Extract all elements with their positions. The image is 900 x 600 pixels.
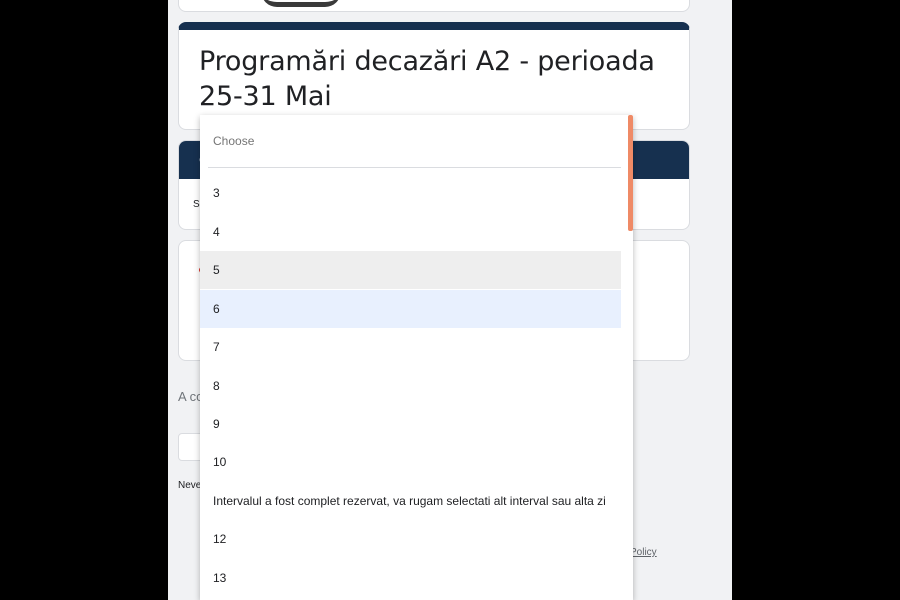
dropdown-option[interactable]: 12 bbox=[200, 520, 621, 558]
dropdown-option[interactable]: 10 bbox=[200, 443, 621, 481]
dropdown-option[interactable]: 4 bbox=[200, 213, 621, 251]
dropdown-menu[interactable]: Choose 3 4 5 6 7 8 9 10 Intervalul a fos… bbox=[200, 115, 633, 600]
dropdown-option[interactable]: 7 bbox=[200, 328, 621, 366]
section-description: S bbox=[193, 199, 200, 210]
form-title-card: Programări decazări A2 - perioada 25-31 … bbox=[178, 22, 690, 130]
dropdown-option[interactable]: 3 bbox=[200, 174, 621, 212]
dropdown-option[interactable]: 9 bbox=[200, 405, 621, 443]
header-image-card bbox=[178, 0, 690, 12]
dropdown-option-selected[interactable]: 6 bbox=[200, 290, 621, 328]
dropdown-option[interactable]: 13 bbox=[200, 559, 621, 597]
dropdown-divider bbox=[208, 167, 621, 168]
dropdown-option[interactable]: 8 bbox=[200, 367, 621, 405]
privacy-policy-link[interactable]: Policy bbox=[630, 547, 657, 558]
dropdown-option[interactable]: Intervalul a fost complet rezervat, va r… bbox=[200, 482, 621, 520]
scrollbar-thumb[interactable] bbox=[628, 115, 633, 231]
logo-image bbox=[261, 0, 341, 7]
form-title: Programări decazări A2 - perioada 25-31 … bbox=[199, 46, 655, 112]
dropdown-placeholder[interactable]: Choose bbox=[200, 122, 621, 160]
never-submit-text: Neve bbox=[178, 480, 202, 491]
dropdown-option-hovered[interactable]: 5 bbox=[200, 251, 621, 289]
